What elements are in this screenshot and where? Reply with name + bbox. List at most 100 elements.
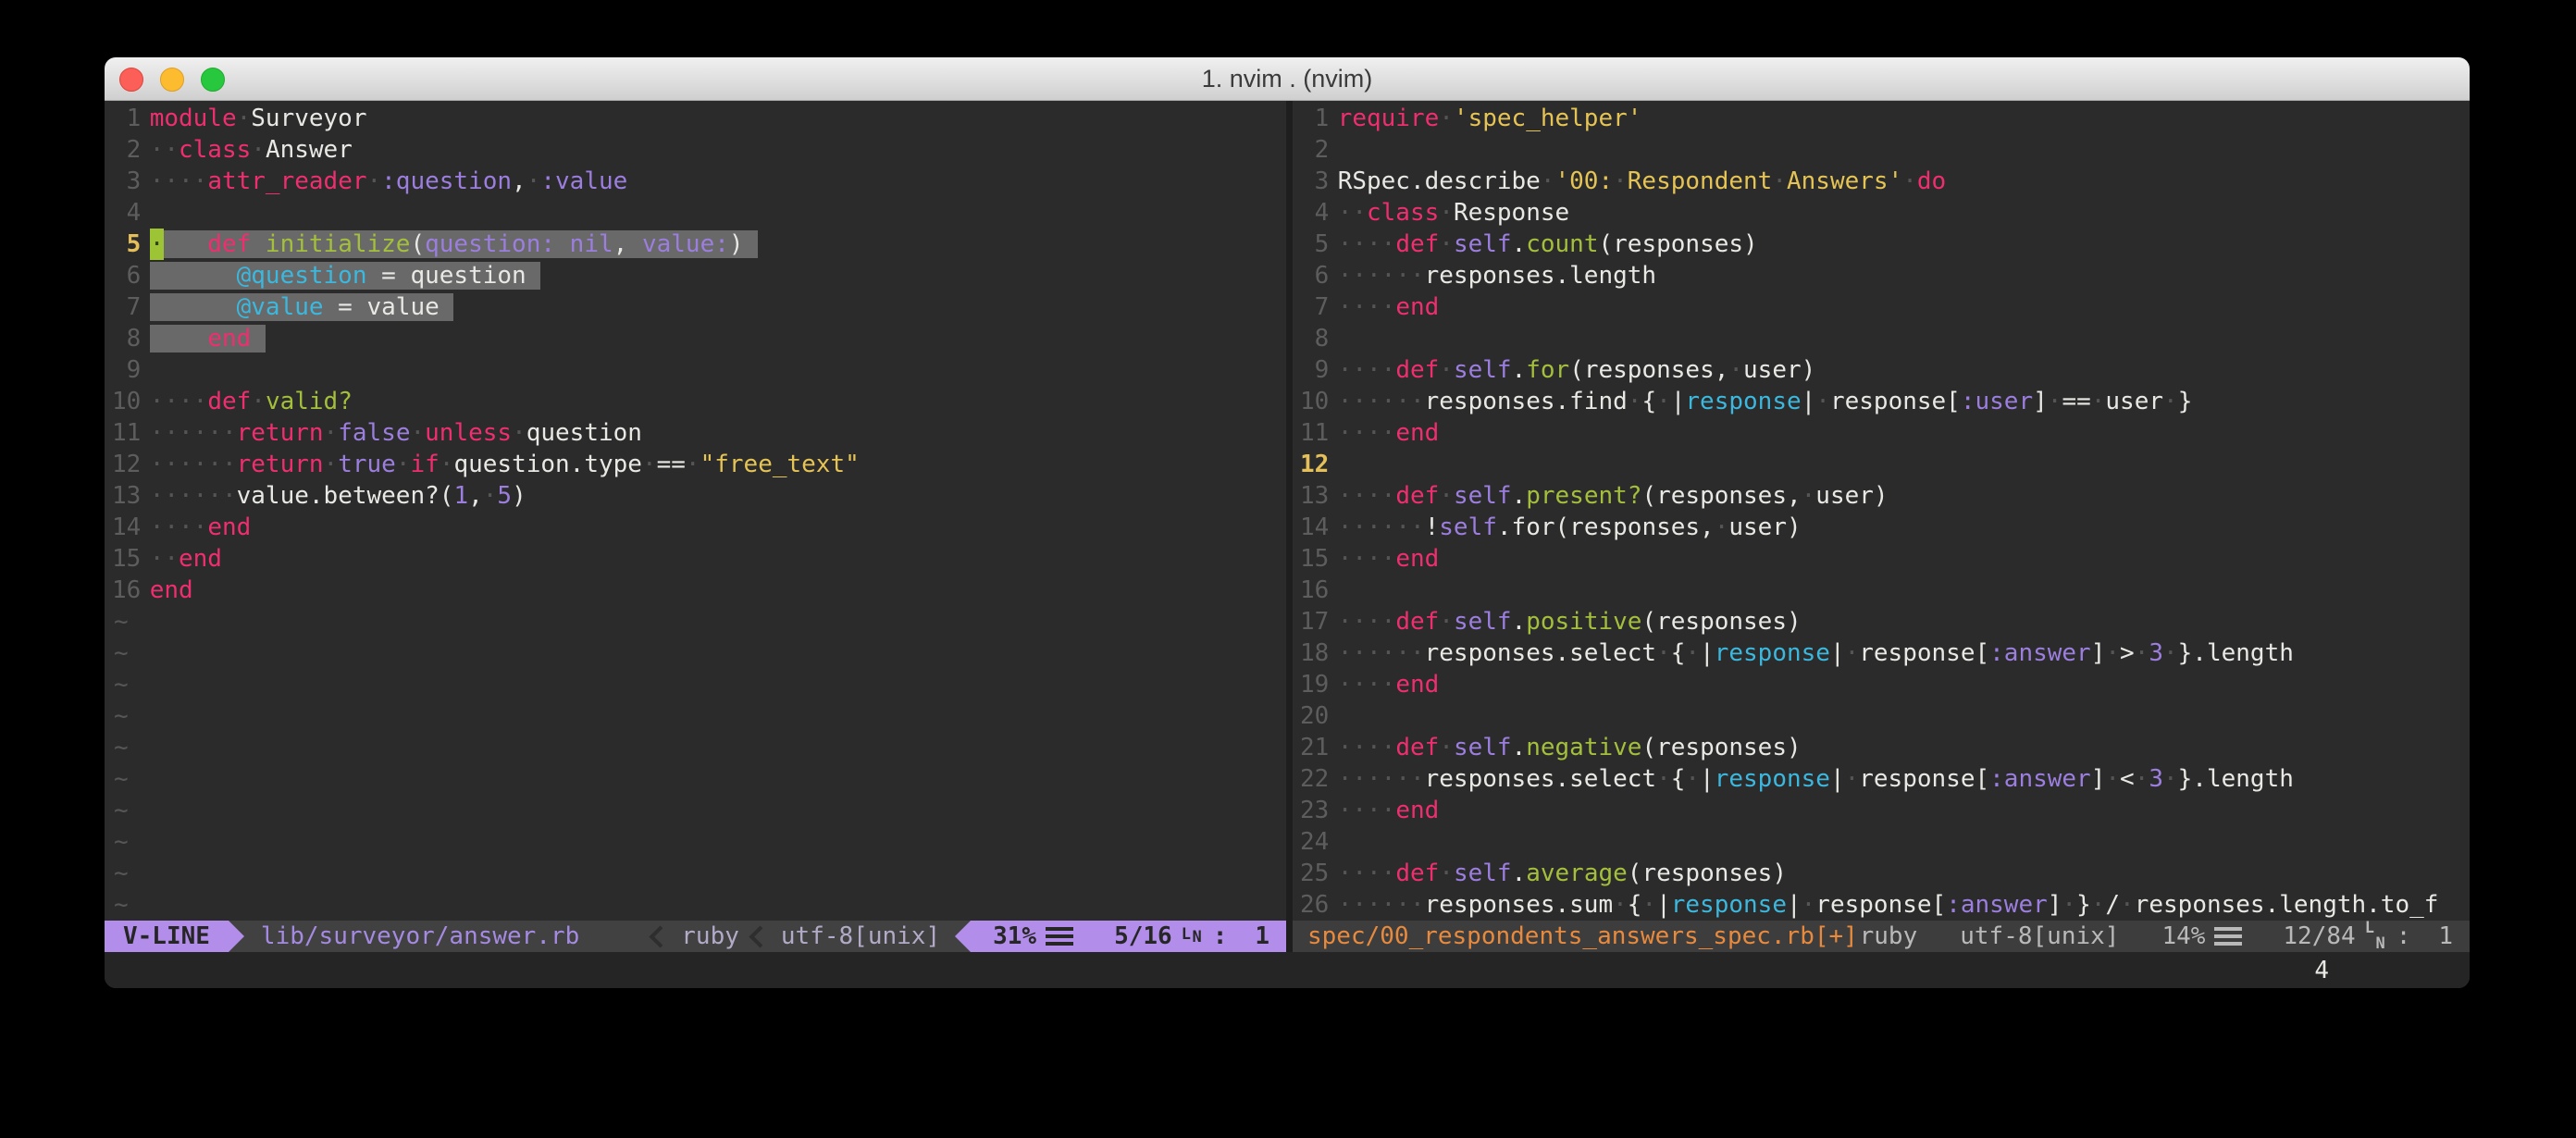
code-text: ····def·self.for(responses,·user) <box>1338 356 1816 384</box>
line-position: 12/84 <box>2283 921 2355 952</box>
close-button[interactable] <box>119 68 143 92</box>
code-line: 8 <box>1293 323 2470 354</box>
line-number-icon: LN <box>2365 922 2385 950</box>
line-number: 10 <box>112 386 141 417</box>
line-number: 1 <box>112 103 141 134</box>
position-info: 31% 5/16 LN : 1 <box>971 921 1286 952</box>
tilde-marker: ~ <box>114 671 129 699</box>
code-line: 10······responses.find·{·|response|·resp… <box>1293 386 2470 417</box>
line-number: 21 <box>1300 732 1329 763</box>
statusline-right: spec/00_respondents_answers_spec.rb[+] r… <box>1293 921 2470 952</box>
powerline-arrow-icon <box>955 921 971 952</box>
line-number: 22 <box>1300 763 1329 795</box>
empty-line: ~ <box>105 763 1286 795</box>
traffic-lights <box>119 68 225 92</box>
code-text: ··class·Answer <box>150 136 353 164</box>
editor-pane-right[interactable]: 1require·'spec_helper'23RSpec.describe·'… <box>1293 101 2470 921</box>
command-line[interactable]: 4 <box>105 952 2470 988</box>
line-number: 6 <box>1300 260 1329 291</box>
code-line: 10····def·valid? <box>105 386 1286 417</box>
mode-indicator: V-LINE <box>105 921 229 952</box>
code-text: end <box>150 576 193 604</box>
minimize-button[interactable] <box>160 68 184 92</box>
status-divider <box>1286 921 1293 952</box>
code-text: def initialize(question: nil, value:) <box>164 230 758 258</box>
line-position: 5/16 <box>1114 921 1172 952</box>
line-number: 13 <box>112 480 141 512</box>
code-text: ····def·self.present?(responses,·user) <box>1338 482 1889 510</box>
statusline-left: V-LINE lib/surveyor/answer.rb ruby utf-8… <box>105 921 1286 952</box>
code-line: 13····def·self.present?(responses,·user) <box>1293 480 2470 512</box>
code-line: 8 end <box>105 323 1286 354</box>
code-line: 13······value.between?(1,·5) <box>105 480 1286 512</box>
line-number: 24 <box>1300 826 1329 858</box>
line-number: 8 <box>112 323 141 354</box>
line-number: 6 <box>112 260 141 291</box>
code-line: 26······responses.sum·{·|response|·respo… <box>1293 889 2470 921</box>
line-number: 16 <box>112 575 141 606</box>
trigram-icon <box>2214 927 2242 946</box>
code-line: 17····def·self.positive(responses) <box>1293 606 2470 637</box>
line-number: 14 <box>1300 512 1329 543</box>
line-number: 25 <box>1300 858 1329 889</box>
empty-line: ~ <box>105 606 1286 637</box>
code-line: 4··class·Response <box>1293 197 2470 229</box>
code-text: ····end <box>1338 545 1440 573</box>
pending-command-count: 4 <box>2314 952 2329 988</box>
code-line: 2 <box>1293 134 2470 166</box>
code-line: 5· def initialize(question: nil, value:) <box>105 229 1286 260</box>
line-number: 19 <box>1300 669 1329 700</box>
vertical-split-divider[interactable] <box>1286 101 1293 921</box>
code-line: 15····end <box>1293 543 2470 575</box>
chevron-left-icon <box>650 925 672 947</box>
line-number: 3 <box>1300 166 1329 197</box>
line-number: 20 <box>1300 700 1329 732</box>
line-number: 5 <box>112 229 141 260</box>
code-text: ····def·self.count(responses) <box>1338 230 1758 258</box>
line-number: 4 <box>112 197 141 229</box>
code-text: ··class·Response <box>1338 199 1569 227</box>
code-line: 25 ····def·self.average(responses) <box>1293 858 2470 889</box>
code-line: 6······responses.length <box>1293 260 2470 291</box>
code-line: 9 ····def·self.for(responses,·user) <box>1293 354 2470 386</box>
code-text: RSpec.describe·'00:·Respondent·Answers'·… <box>1338 167 1947 195</box>
code-line: 7····end <box>1293 291 2470 323</box>
line-number: 8 <box>1300 323 1329 354</box>
tilde-marker: ~ <box>114 639 129 667</box>
editor-pane-left[interactable]: 1 module·Surveyor2··class·Answer3····attr… <box>105 101 1286 921</box>
encoding-label: utf-8[unix] <box>1960 921 2119 952</box>
tilde-marker: ~ <box>114 734 129 761</box>
code-line: 2··class·Answer <box>105 134 1286 166</box>
line-number: 9 <box>1300 354 1329 386</box>
window-titlebar[interactable]: 1. nvim . (nvim) <box>105 57 2470 101</box>
tilde-marker: ~ <box>114 765 129 793</box>
code-text: ····attr_reader·:question,·:value <box>150 167 628 195</box>
code-line: 19····end <box>1293 669 2470 700</box>
zoom-button[interactable] <box>201 68 225 92</box>
tilde-marker: ~ <box>114 860 129 887</box>
code-line: 11······return·false·unless·question <box>105 417 1286 449</box>
code-text: ····end <box>1338 419 1440 447</box>
code-line: 3····attr_reader·:question,·:value <box>105 166 1286 197</box>
line-number: 7 <box>1300 291 1329 323</box>
tilde-marker: ~ <box>114 891 129 919</box>
code-line: 6 @question = question <box>105 260 1286 291</box>
encoding-label: utf-8[unix] <box>781 921 940 952</box>
line-number: 14 <box>112 512 141 543</box>
code-line: 18······responses.select·{·|response|·re… <box>1293 637 2470 669</box>
code-line: 20 <box>1293 700 2470 732</box>
column-number: 1 <box>1255 921 1269 952</box>
status-row: V-LINE lib/surveyor/answer.rb ruby utf-8… <box>105 921 2470 952</box>
tilde-marker: ~ <box>114 828 129 856</box>
code-text: ····def·self.average(responses) <box>1338 860 1787 887</box>
code-text: module·Surveyor <box>150 105 367 132</box>
code-text: ··end <box>150 545 222 573</box>
code-text: ····def·self.negative(responses) <box>1338 734 1802 761</box>
line-number: 12 <box>1300 449 1329 480</box>
window-title: 1. nvim . (nvim) <box>105 57 2470 100</box>
code-text: ······!self.for(responses,·user) <box>1338 513 1802 541</box>
code-text: ······responses.select·{·|response|·resp… <box>1338 639 2294 667</box>
line-number: 10 <box>1300 386 1329 417</box>
position-info: 14% 12/84 LN : 1 <box>2119 921 2470 952</box>
code-text: require·'spec_helper' <box>1338 105 1642 132</box>
